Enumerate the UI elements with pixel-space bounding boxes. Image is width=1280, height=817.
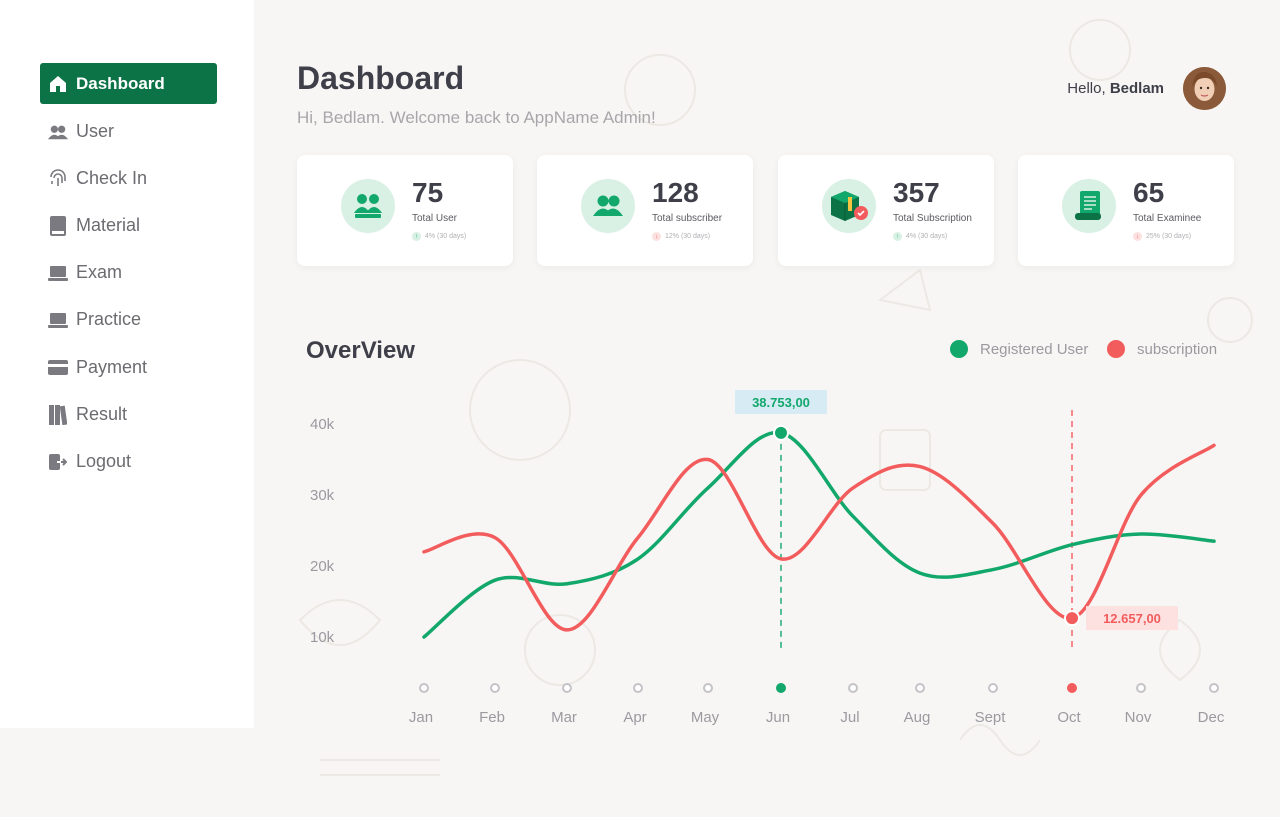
y-tick-label: 40k bbox=[310, 416, 335, 433]
x-tick-label: Jul bbox=[840, 709, 859, 726]
highlight-point[interactable] bbox=[773, 424, 789, 441]
highlight-value-label: 12.657,00 bbox=[1103, 611, 1161, 626]
x-tick-label: Nov bbox=[1125, 709, 1152, 726]
highlight-point[interactable] bbox=[1064, 610, 1080, 627]
x-axis-marker[interactable] bbox=[490, 683, 500, 693]
x-axis-marker[interactable] bbox=[703, 683, 713, 693]
x-axis-marker[interactable] bbox=[1209, 683, 1219, 693]
x-tick-label: Mar bbox=[551, 709, 577, 726]
x-axis-marker[interactable] bbox=[988, 683, 998, 693]
x-tick-label: Jun bbox=[766, 709, 790, 726]
overview-chart: 10k 20k 30k 40k 38.753,00 12.657,00 Jan Feb Mar A… bbox=[310, 390, 1225, 726]
x-axis-marker[interactable] bbox=[915, 683, 925, 693]
x-axis-marker[interactable] bbox=[1067, 683, 1077, 693]
x-axis-marker[interactable] bbox=[848, 683, 858, 693]
x-tick-label: Jan bbox=[409, 709, 433, 726]
x-axis-marker[interactable] bbox=[633, 683, 643, 693]
x-axis-marker[interactable] bbox=[562, 683, 572, 693]
highlight-value-label: 38.753,00 bbox=[752, 395, 810, 410]
x-tick-label: Dec bbox=[1198, 709, 1225, 726]
x-tick-label: Feb bbox=[479, 709, 505, 726]
x-axis-marker[interactable] bbox=[419, 683, 429, 693]
x-axis-marker[interactable] bbox=[1136, 683, 1146, 693]
y-tick-label: 30k bbox=[310, 487, 335, 504]
x-tick-label: Aug bbox=[904, 709, 931, 726]
x-axis-marker[interactable] bbox=[776, 683, 786, 693]
x-tick-label: Sept bbox=[975, 709, 1007, 726]
x-tick-label: Apr bbox=[623, 709, 646, 726]
x-tick-label: May bbox=[691, 709, 720, 726]
x-tick-label: Oct bbox=[1057, 709, 1081, 726]
y-tick-label: 20k bbox=[310, 558, 335, 575]
y-tick-label: 10k bbox=[310, 629, 335, 646]
